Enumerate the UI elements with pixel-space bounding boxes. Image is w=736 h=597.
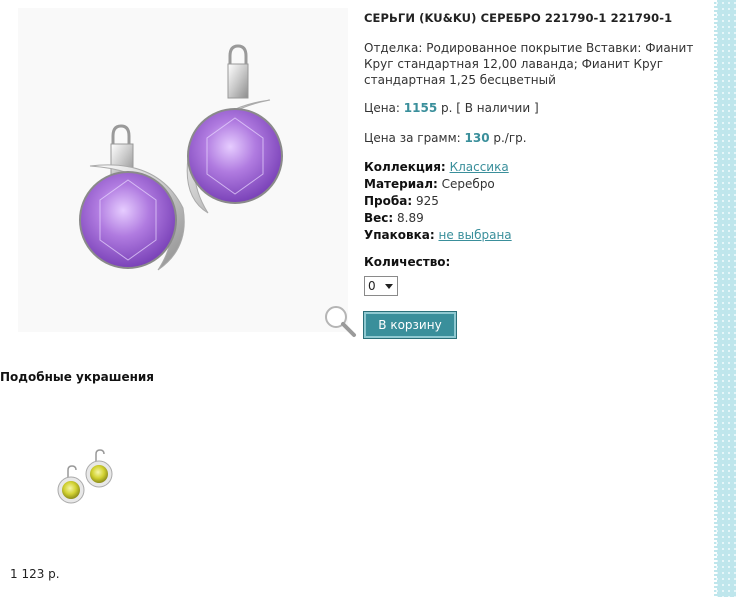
- gram-value: 130: [464, 131, 490, 145]
- gram-unit: р./гр.: [489, 131, 527, 145]
- chevron-down-icon: [385, 283, 393, 289]
- prop-collection-key: Коллекция:: [364, 160, 446, 174]
- prop-weight-value: 8.89: [397, 211, 424, 225]
- prop-probe-key: Проба:: [364, 194, 413, 208]
- add-to-cart-button[interactable]: В корзину: [363, 311, 457, 339]
- price-label: Цена:: [364, 101, 404, 115]
- product-page: СЕРЬГИ (KU&KU) СЕРЕБРО 221790-1 221790-1…: [0, 0, 714, 597]
- prop-probe-value: 925: [415, 194, 439, 208]
- gram-price-line: Цена за грамм: 130 р./гр.: [364, 130, 709, 146]
- earrings-illustration: [79, 44, 283, 271]
- prop-packaging-key: Упаковка:: [364, 228, 435, 242]
- prop-material-key: Материал:: [364, 177, 438, 191]
- prop-material: Материал: Серебро: [364, 176, 709, 193]
- product-properties: Коллекция: Классика Материал: Серебро Пр…: [364, 159, 709, 244]
- magnifier-icon[interactable]: [322, 303, 358, 339]
- price-line: Цена: 1155 р. [ В наличии ]: [364, 100, 709, 116]
- packaging-link[interactable]: не выбрана: [439, 228, 512, 242]
- gram-label: Цена за грамм:: [364, 131, 465, 145]
- product-info: СЕРЬГИ (KU&KU) СЕРЕБРО 221790-1 221790-1…: [364, 10, 709, 296]
- price-unit-availability: р. [ В наличии ]: [437, 101, 539, 115]
- product-image[interactable]: [18, 8, 356, 337]
- prop-material-value: Серебро: [441, 177, 495, 191]
- prop-packaging: Упаковка: не выбрана: [364, 227, 709, 244]
- prop-weight: Вес: 8.89: [364, 210, 709, 227]
- similar-item-image[interactable]: [48, 440, 118, 515]
- product-description: Отделка: Родированное покрытие Вставки: …: [364, 41, 694, 87]
- quantity-select[interactable]: 0: [364, 276, 398, 296]
- collection-link[interactable]: Классика: [450, 160, 509, 174]
- prop-collection: Коллекция: Классика: [364, 159, 709, 176]
- quantity-label: Количество:: [364, 255, 451, 269]
- similar-items-title: Подобные украшения: [0, 370, 155, 384]
- prop-probe: Проба: 925: [364, 193, 709, 210]
- prop-weight-key: Вес:: [364, 211, 394, 225]
- quantity-value: 0: [368, 279, 376, 293]
- similar-earrings-illustration: [57, 449, 113, 504]
- price-value: 1155: [403, 101, 438, 115]
- similar-item-price: 1 123 р.: [10, 567, 60, 581]
- decorative-side-strip: [714, 0, 736, 597]
- product-title: СЕРЬГИ (KU&KU) СЕРЕБРО 221790-1 221790-1: [364, 11, 673, 25]
